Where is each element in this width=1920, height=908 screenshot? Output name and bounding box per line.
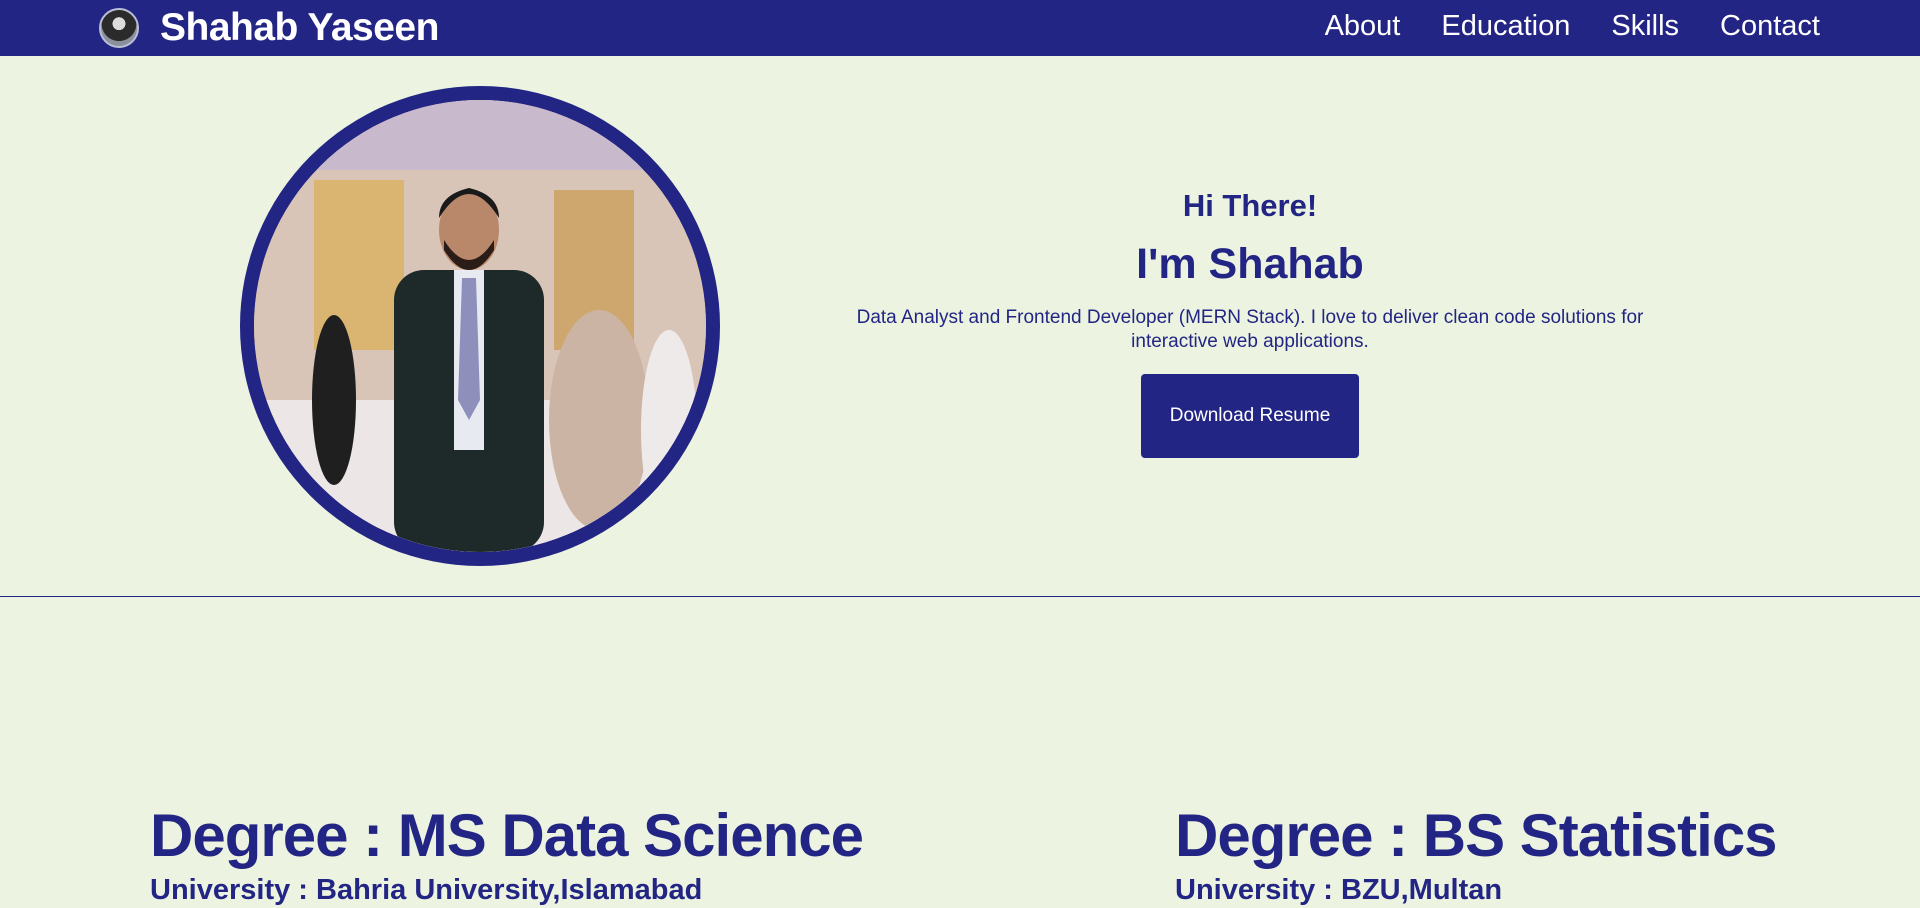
degree-university: University : BZU,Multan <box>1175 874 1503 906</box>
intro-name: I'm Shahab <box>1136 240 1364 288</box>
degree-title: Degree : BS Statistics <box>1175 802 1778 869</box>
tagline: Data Analyst and Frontend Developer (MER… <box>856 307 1644 352</box>
education-card-ms: Degree : MS Data Science University : Ba… <box>150 800 864 908</box>
profile-photo-illustration <box>254 100 706 552</box>
nav-link-skills[interactable]: Skills <box>1611 10 1679 43</box>
degree-university: University : Bahria University,Islamabad <box>150 874 703 906</box>
nav-link-education[interactable]: Education <box>1441 10 1570 43</box>
nav-links: About Education Skills Contact <box>1284 0 1820 52</box>
education-card-bs: Degree : BS Statistics University : BZU,… <box>1175 800 1778 908</box>
degree-title: Degree : MS Data Science <box>150 802 864 869</box>
section-divider <box>0 596 1920 597</box>
profile-photo-frame <box>240 86 720 566</box>
download-resume-button[interactable]: Download Resume <box>1141 374 1359 458</box>
nav-link-contact[interactable]: Contact <box>1720 10 1820 43</box>
greeting: Hi There! <box>1182 188 1318 223</box>
brand[interactable]: Shahab Yaseen <box>99 6 439 50</box>
nav-link-about[interactable]: About <box>1325 10 1401 43</box>
hero-intro: Hi There! I'm Shahab Data Analyst and Fr… <box>820 180 1680 458</box>
profile-photo <box>254 100 706 552</box>
brand-name[interactable]: Shahab Yaseen <box>160 6 439 50</box>
navbar: Shahab Yaseen About Education Skills Con… <box>0 0 1920 56</box>
profile-avatar-icon <box>99 8 139 48</box>
